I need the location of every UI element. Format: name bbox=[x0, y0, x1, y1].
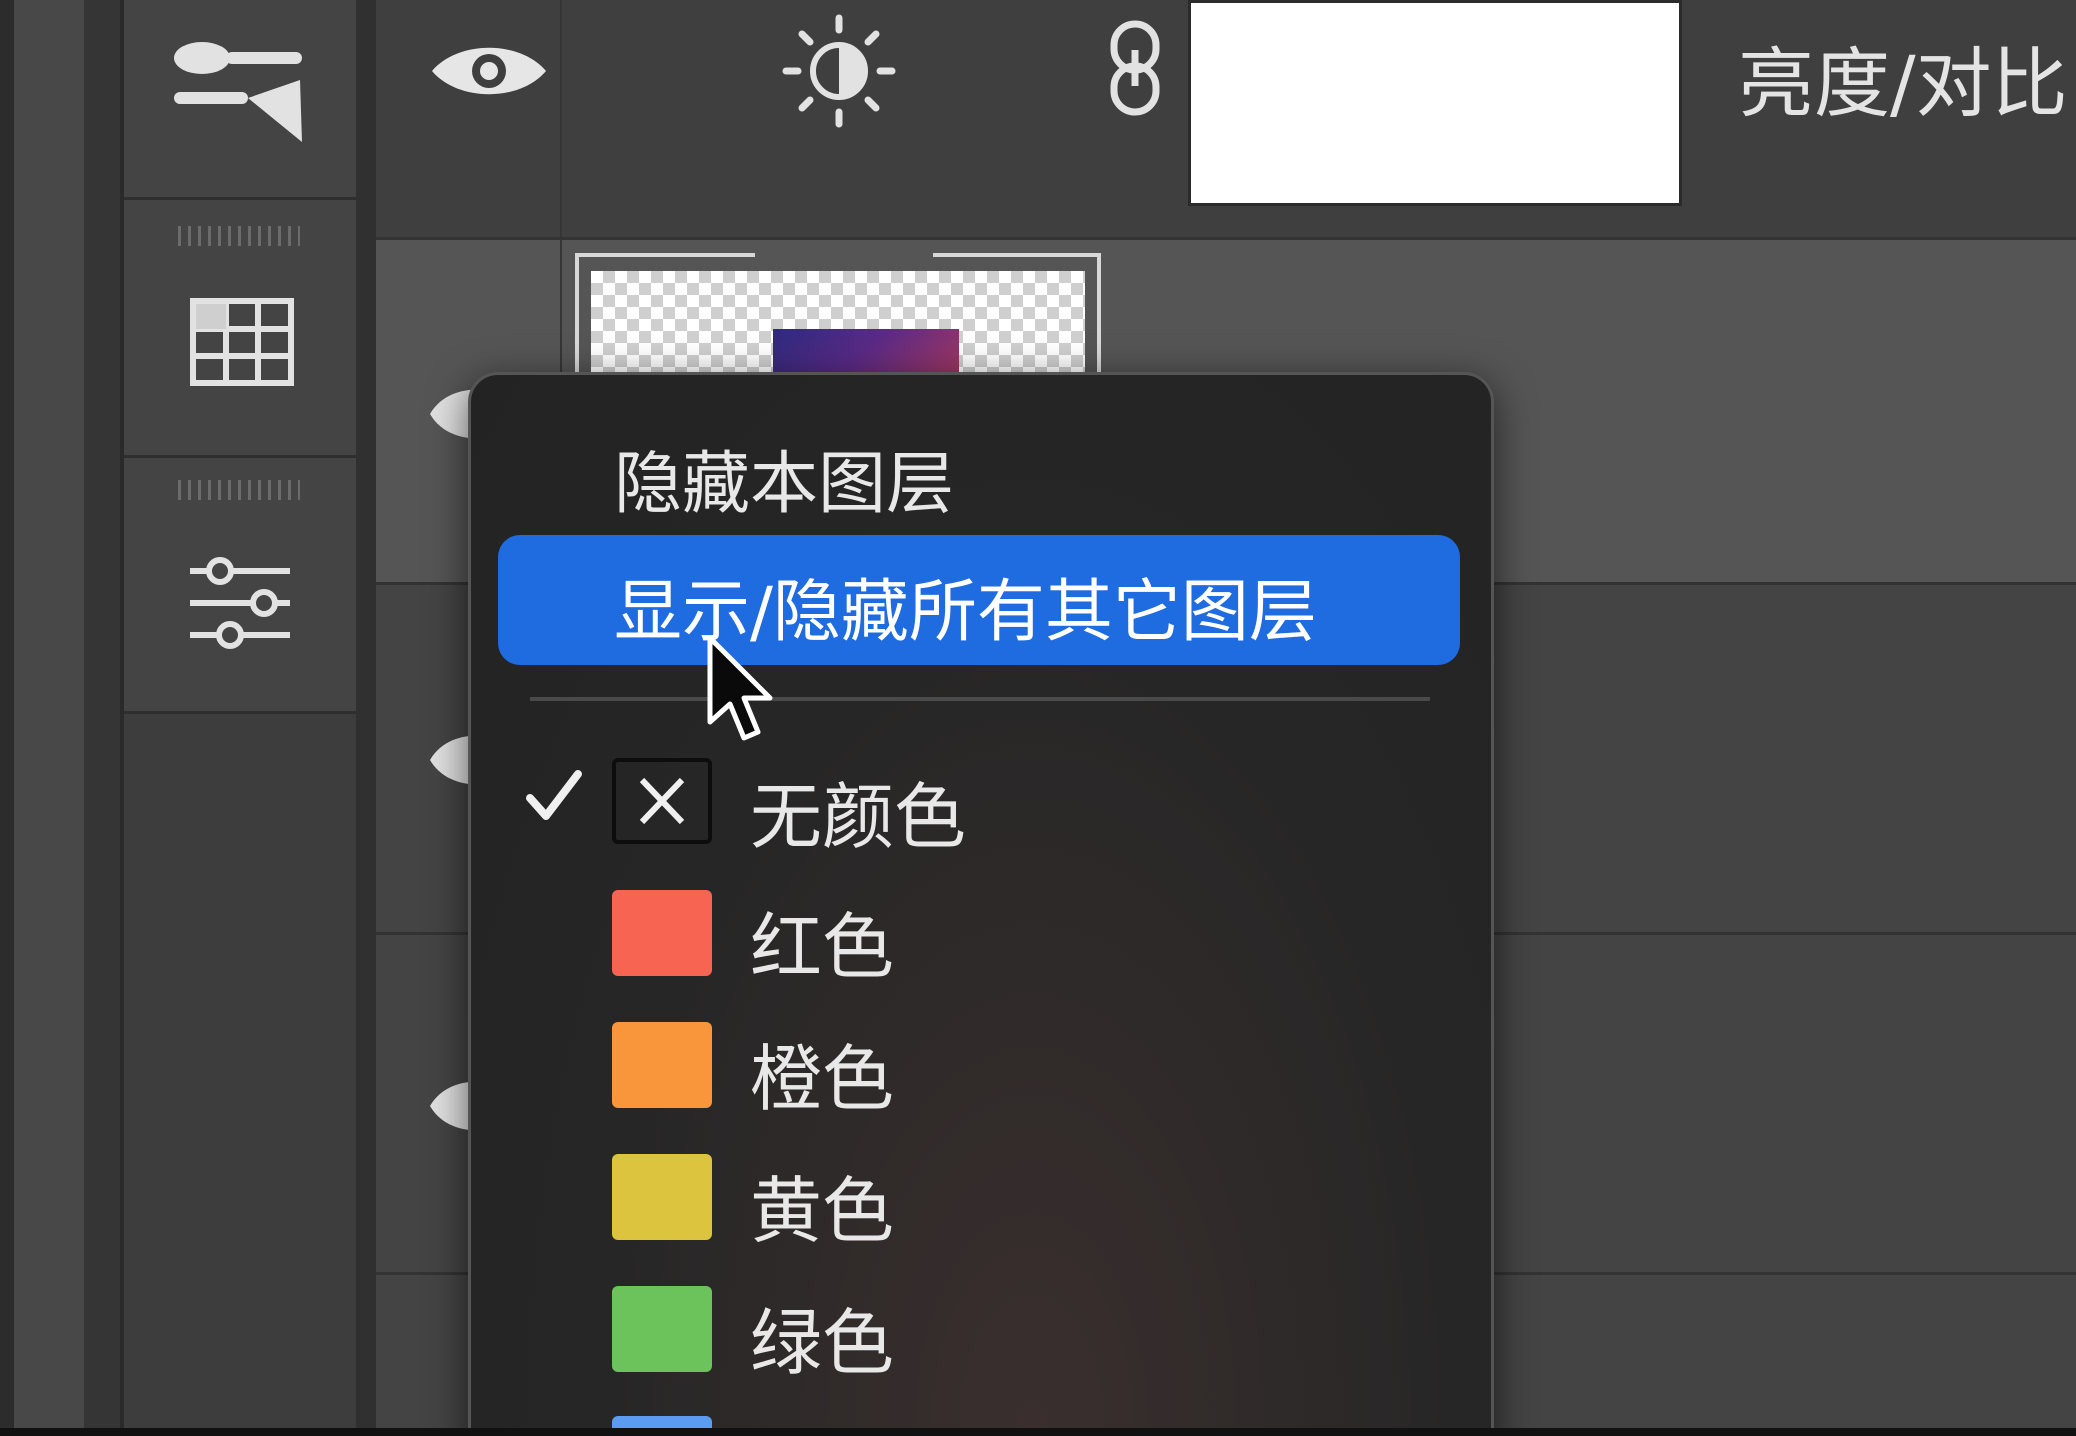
chain-link-icon[interactable] bbox=[1108, 20, 1162, 116]
adjustment-brushes-icon bbox=[174, 42, 302, 142]
color-swatch-green bbox=[612, 1286, 712, 1372]
panel-grip bbox=[178, 226, 300, 246]
swatches-panel-button[interactable] bbox=[124, 200, 356, 458]
checkmark-icon bbox=[526, 770, 582, 820]
left-edge bbox=[0, 0, 14, 1436]
layer-mask-thumbnail[interactable] bbox=[1188, 0, 1682, 206]
color-swatch-orange bbox=[612, 1022, 712, 1108]
left-panel-gutter bbox=[84, 0, 120, 1436]
photoshop-layers-view: 亮度/对比 隐藏本图层 显示/隐藏所有其它图层 无颜色 红色 橙色 黄色 绿色 bbox=[0, 0, 2076, 1436]
menu-separator bbox=[530, 697, 1430, 701]
color-label-yellow[interactable]: 黄色 bbox=[750, 1152, 894, 1257]
sliders-icon bbox=[190, 557, 290, 649]
color-swatch-none bbox=[612, 758, 712, 844]
brightness-contrast-icon bbox=[782, 14, 896, 128]
panel-grip bbox=[178, 480, 300, 500]
menu-item-hide-this-layer[interactable]: 隐藏本图层 bbox=[614, 428, 954, 527]
x-icon bbox=[639, 777, 685, 825]
color-swatch-yellow bbox=[612, 1154, 712, 1240]
color-label-orange[interactable]: 橙色 bbox=[750, 1020, 894, 1125]
grid-table-icon bbox=[190, 298, 294, 386]
color-swatch-red bbox=[612, 890, 712, 976]
thumbnail-frame-gap bbox=[755, 249, 933, 259]
left-panel-strip bbox=[14, 0, 84, 1436]
bottom-edge bbox=[0, 1428, 2076, 1436]
color-label-none[interactable]: 无颜色 bbox=[750, 758, 966, 863]
panel-divider bbox=[356, 0, 376, 1436]
adjustments-panel-button[interactable] bbox=[124, 0, 356, 200]
eye-icon[interactable] bbox=[428, 38, 550, 104]
color-label-red[interactable]: 红色 bbox=[750, 888, 894, 993]
visibility-column bbox=[376, 0, 562, 237]
mouse-cursor-icon bbox=[707, 635, 773, 741]
layer-name[interactable]: 亮度/对比 bbox=[1738, 22, 2068, 132]
properties-panel-button[interactable] bbox=[124, 458, 356, 714]
panel-tool-column bbox=[124, 0, 356, 1436]
color-label-green[interactable]: 绿色 bbox=[750, 1284, 894, 1389]
